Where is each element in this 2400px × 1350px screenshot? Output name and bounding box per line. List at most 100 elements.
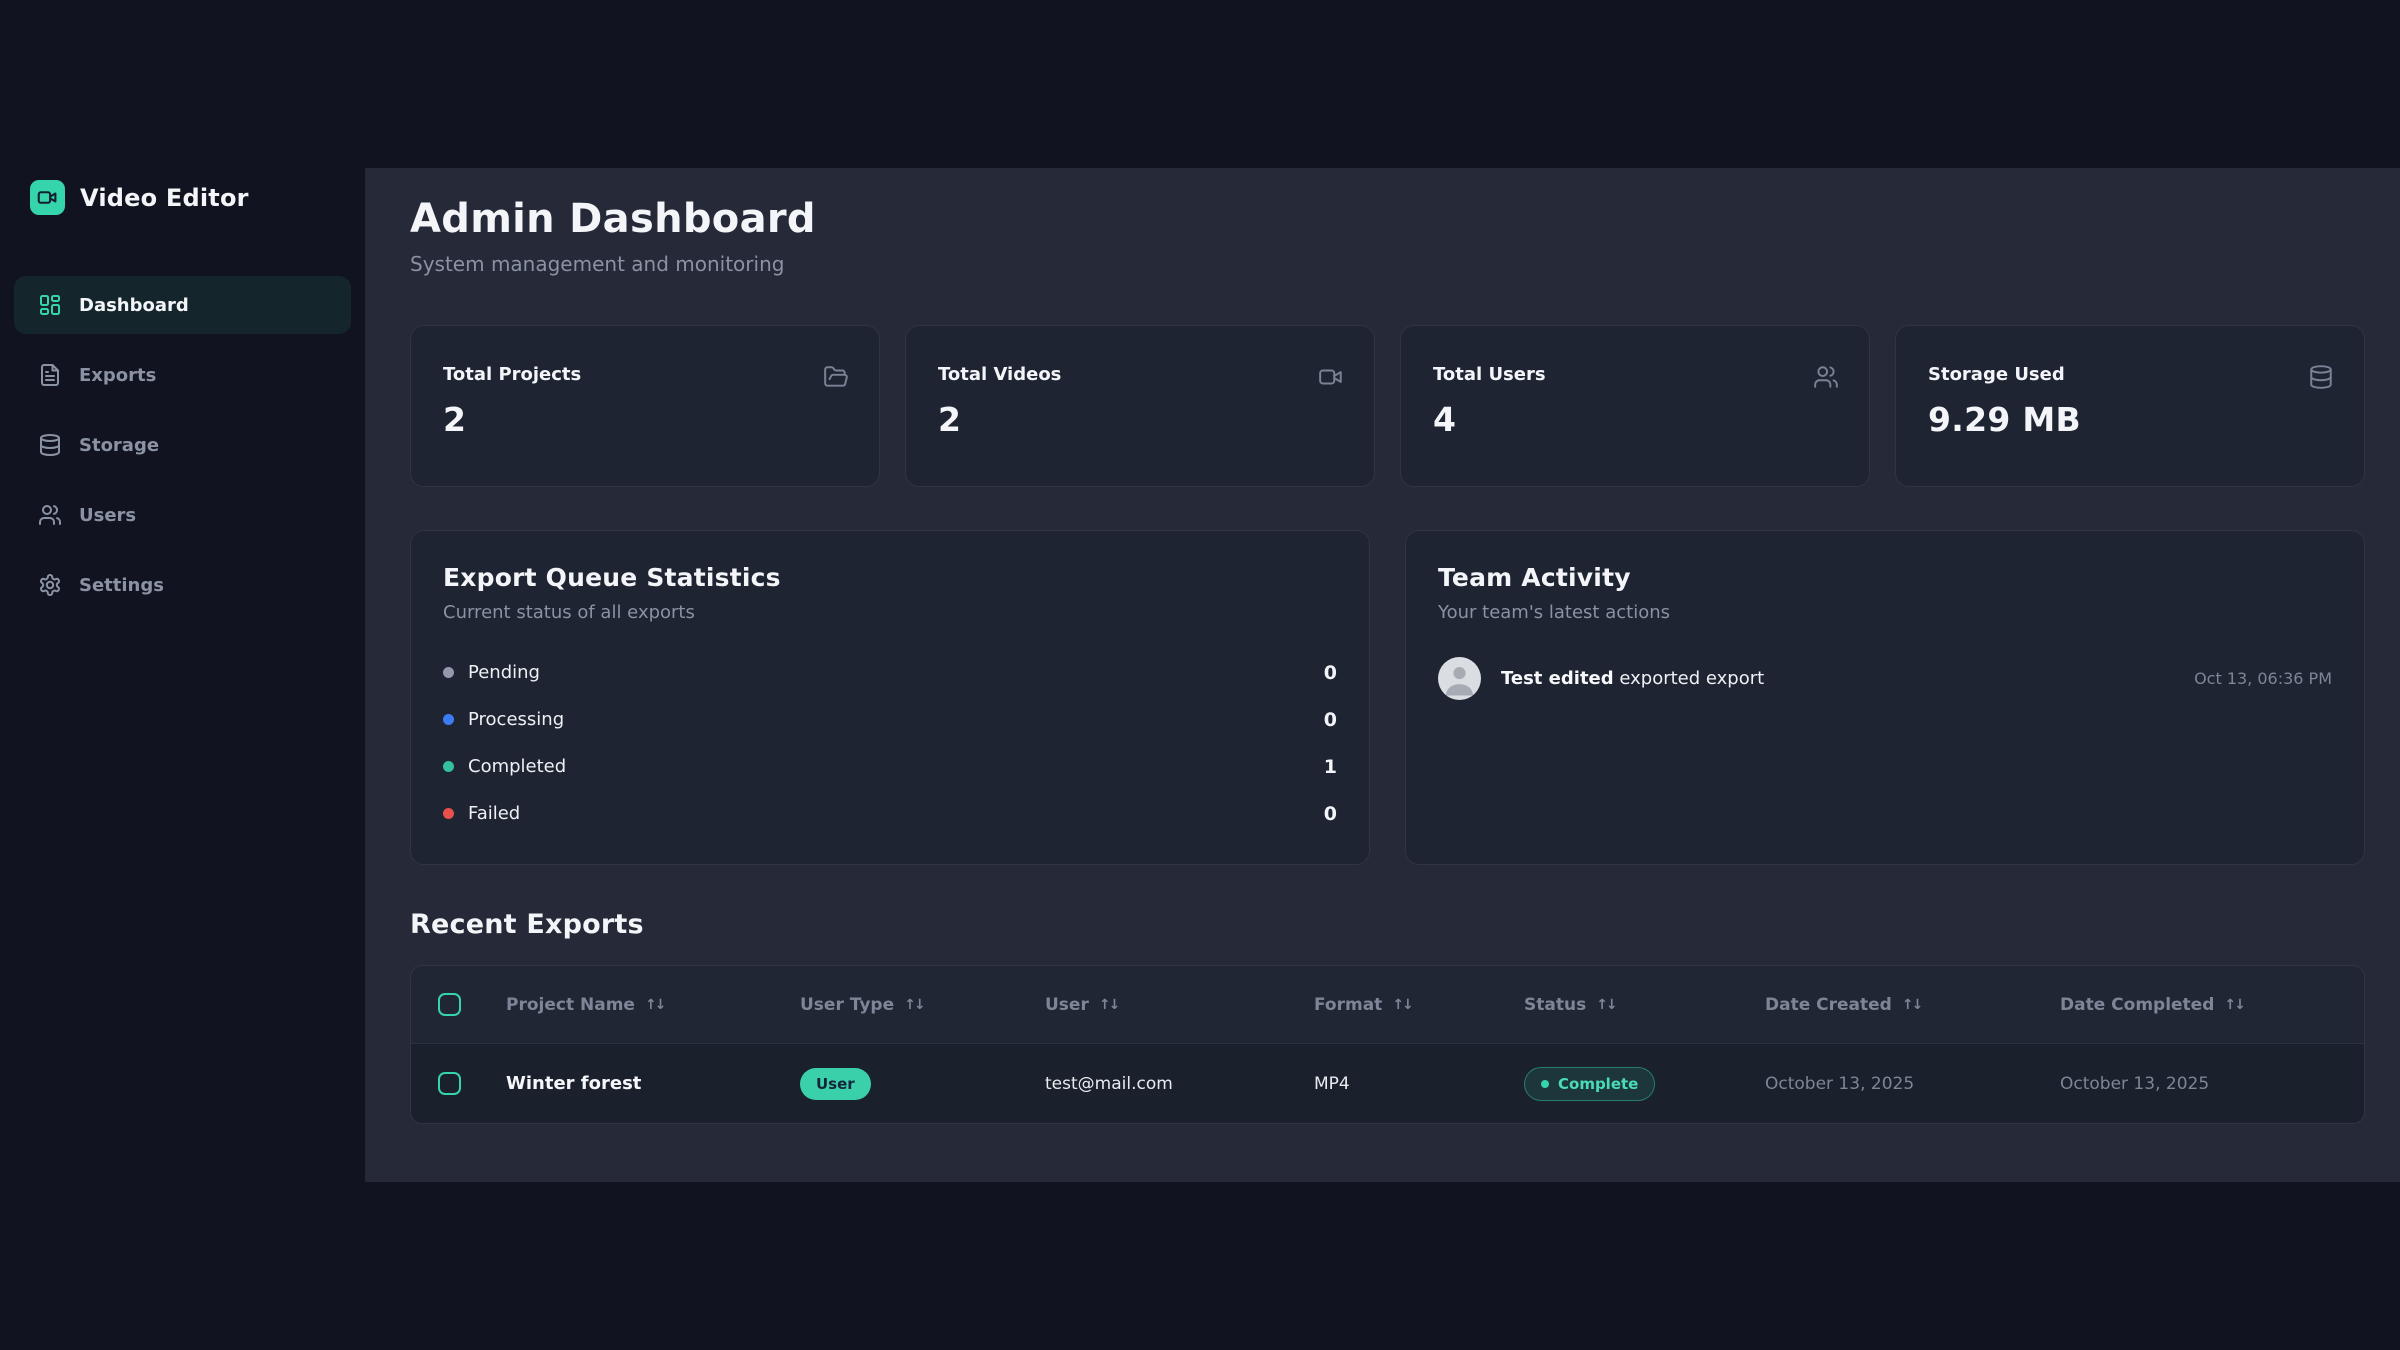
database-icon [2308,364,2334,390]
sort-icon: ↑↓ [1902,997,1921,1013]
stat-label: Total Users [1433,364,1837,385]
team-activity-card: Team Activity Your team's latest actions… [1405,530,2365,865]
folder-open-icon [823,364,849,390]
pending-dot-icon [443,667,454,678]
status-badge: Complete [1524,1067,1655,1101]
queue-row-failed: Failed 0 [443,790,1337,837]
table-row[interactable]: Winter forest User test@mail.com MP4 Com… [411,1043,2364,1123]
sort-icon: ↑↓ [2224,997,2243,1013]
header-checkbox-cell [411,993,479,1016]
middle-row: Export Queue Statistics Current status o… [410,530,2365,865]
row-checkbox-cell [411,1072,479,1095]
export-queue-card: Export Queue Statistics Current status o… [410,530,1370,865]
queue-value: 1 [1324,756,1337,778]
sort-icon: ↑↓ [645,997,664,1013]
queue-list: Pending 0 Processing 0 Completed 1 Faile… [443,649,1337,837]
cell-status: Complete [1497,1067,1738,1101]
activity-text: Test edited exported export [1501,668,1764,689]
column-header-user-type[interactable]: User Type ↑↓ [773,995,1018,1015]
column-header-format[interactable]: Format ↑↓ [1287,995,1497,1015]
card-title: Team Activity [1438,563,2332,592]
avatar [1438,657,1481,700]
sort-icon: ↑↓ [1596,997,1615,1013]
sidebar: Video Editor Dashboard Exports [0,0,365,1350]
stat-value: 2 [443,400,847,439]
cell-project-name: Winter forest [479,1073,773,1094]
stat-label: Total Projects [443,364,847,385]
completed-dot-icon [443,761,454,772]
column-header-project-name[interactable]: Project Name ↑↓ [479,995,773,1015]
activity-actor: Test edited [1501,668,1614,689]
sidebar-item-label: Settings [79,575,164,596]
cell-user-type: User [773,1068,1018,1100]
sort-icon: ↑↓ [1099,997,1118,1013]
stat-value: 4 [1433,400,1837,439]
queue-label: Completed [468,756,566,777]
stat-value: 9.29 MB [1928,400,2332,439]
sidebar-item-exports[interactable]: Exports [14,346,351,404]
card-title: Export Queue Statistics [443,563,1337,592]
recent-exports-table: Project Name ↑↓ User Type ↑↓ User ↑↓ For… [410,965,2365,1124]
sidebar-item-label: Storage [79,435,159,456]
cell-user: test@mail.com [1018,1074,1287,1094]
page-subtitle: System management and monitoring [410,251,2365,277]
users-icon [1813,364,1839,390]
column-header-user[interactable]: User ↑↓ [1018,995,1287,1015]
sidebar-item-label: Dashboard [79,295,189,316]
stats-row: Total Projects 2 Total Videos 2 Total Us… [410,325,2365,487]
queue-label: Pending [468,662,540,683]
table-header-row: Project Name ↑↓ User Type ↑↓ User ↑↓ For… [411,966,2364,1043]
queue-row-pending: Pending 0 [443,649,1337,696]
card-subtitle: Current status of all exports [443,602,1337,623]
stat-value: 2 [938,400,1342,439]
card-subtitle: Your team's latest actions [1438,602,2332,623]
gear-icon [38,573,62,597]
queue-value: 0 [1324,709,1337,731]
stat-label: Total Videos [938,364,1342,385]
stat-card-total-users: Total Users 4 [1400,325,1870,487]
status-dot-icon [1541,1080,1549,1088]
sidebar-item-storage[interactable]: Storage [14,416,351,474]
stat-label: Storage Used [1928,364,2332,385]
sidebar-item-label: Exports [79,365,156,386]
sidebar-nav: Dashboard Exports Storage [0,276,365,614]
users-icon [38,503,62,527]
dashboard-grid-icon [38,293,62,317]
user-type-badge: User [800,1068,871,1100]
failed-dot-icon [443,808,454,819]
main-panel: Admin Dashboard System management and mo… [365,168,2400,1182]
stat-card-total-projects: Total Projects 2 [410,325,880,487]
cell-date-completed: October 13, 2025 [2033,1074,2364,1094]
stat-card-storage-used: Storage Used 9.29 MB [1895,325,2365,487]
sidebar-item-settings[interactable]: Settings [14,556,351,614]
sort-icon: ↑↓ [904,997,923,1013]
queue-label: Processing [468,709,564,730]
sidebar-item-label: Users [79,505,136,526]
app-title: Video Editor [80,184,249,212]
column-header-date-completed[interactable]: Date Completed ↑↓ [2033,995,2364,1015]
queue-row-completed: Completed 1 [443,743,1337,790]
sidebar-item-users[interactable]: Users [14,486,351,544]
processing-dot-icon [443,714,454,725]
sidebar-item-dashboard[interactable]: Dashboard [14,276,351,334]
select-all-checkbox[interactable] [438,993,461,1016]
queue-value: 0 [1324,662,1337,684]
video-camera-logo-icon [30,180,65,215]
recent-exports-title: Recent Exports [410,909,2365,940]
queue-row-processing: Processing 0 [443,696,1337,743]
video-camera-icon [1318,364,1344,390]
column-header-date-created[interactable]: Date Created ↑↓ [1738,995,2033,1015]
sort-icon: ↑↓ [1392,997,1411,1013]
file-text-icon [38,363,62,387]
activity-timestamp: Oct 13, 06:36 PM [2194,669,2332,688]
queue-value: 0 [1324,803,1337,825]
app-brand: Video Editor [0,0,365,215]
row-checkbox[interactable] [438,1072,461,1095]
queue-label: Failed [468,803,520,824]
page-title: Admin Dashboard [410,195,2365,243]
activity-item: Test edited exported export Oct 13, 06:3… [1438,657,2332,700]
cell-date-created: October 13, 2025 [1738,1074,2033,1094]
database-icon [38,433,62,457]
column-header-status[interactable]: Status ↑↓ [1497,995,1738,1015]
stat-card-total-videos: Total Videos 2 [905,325,1375,487]
